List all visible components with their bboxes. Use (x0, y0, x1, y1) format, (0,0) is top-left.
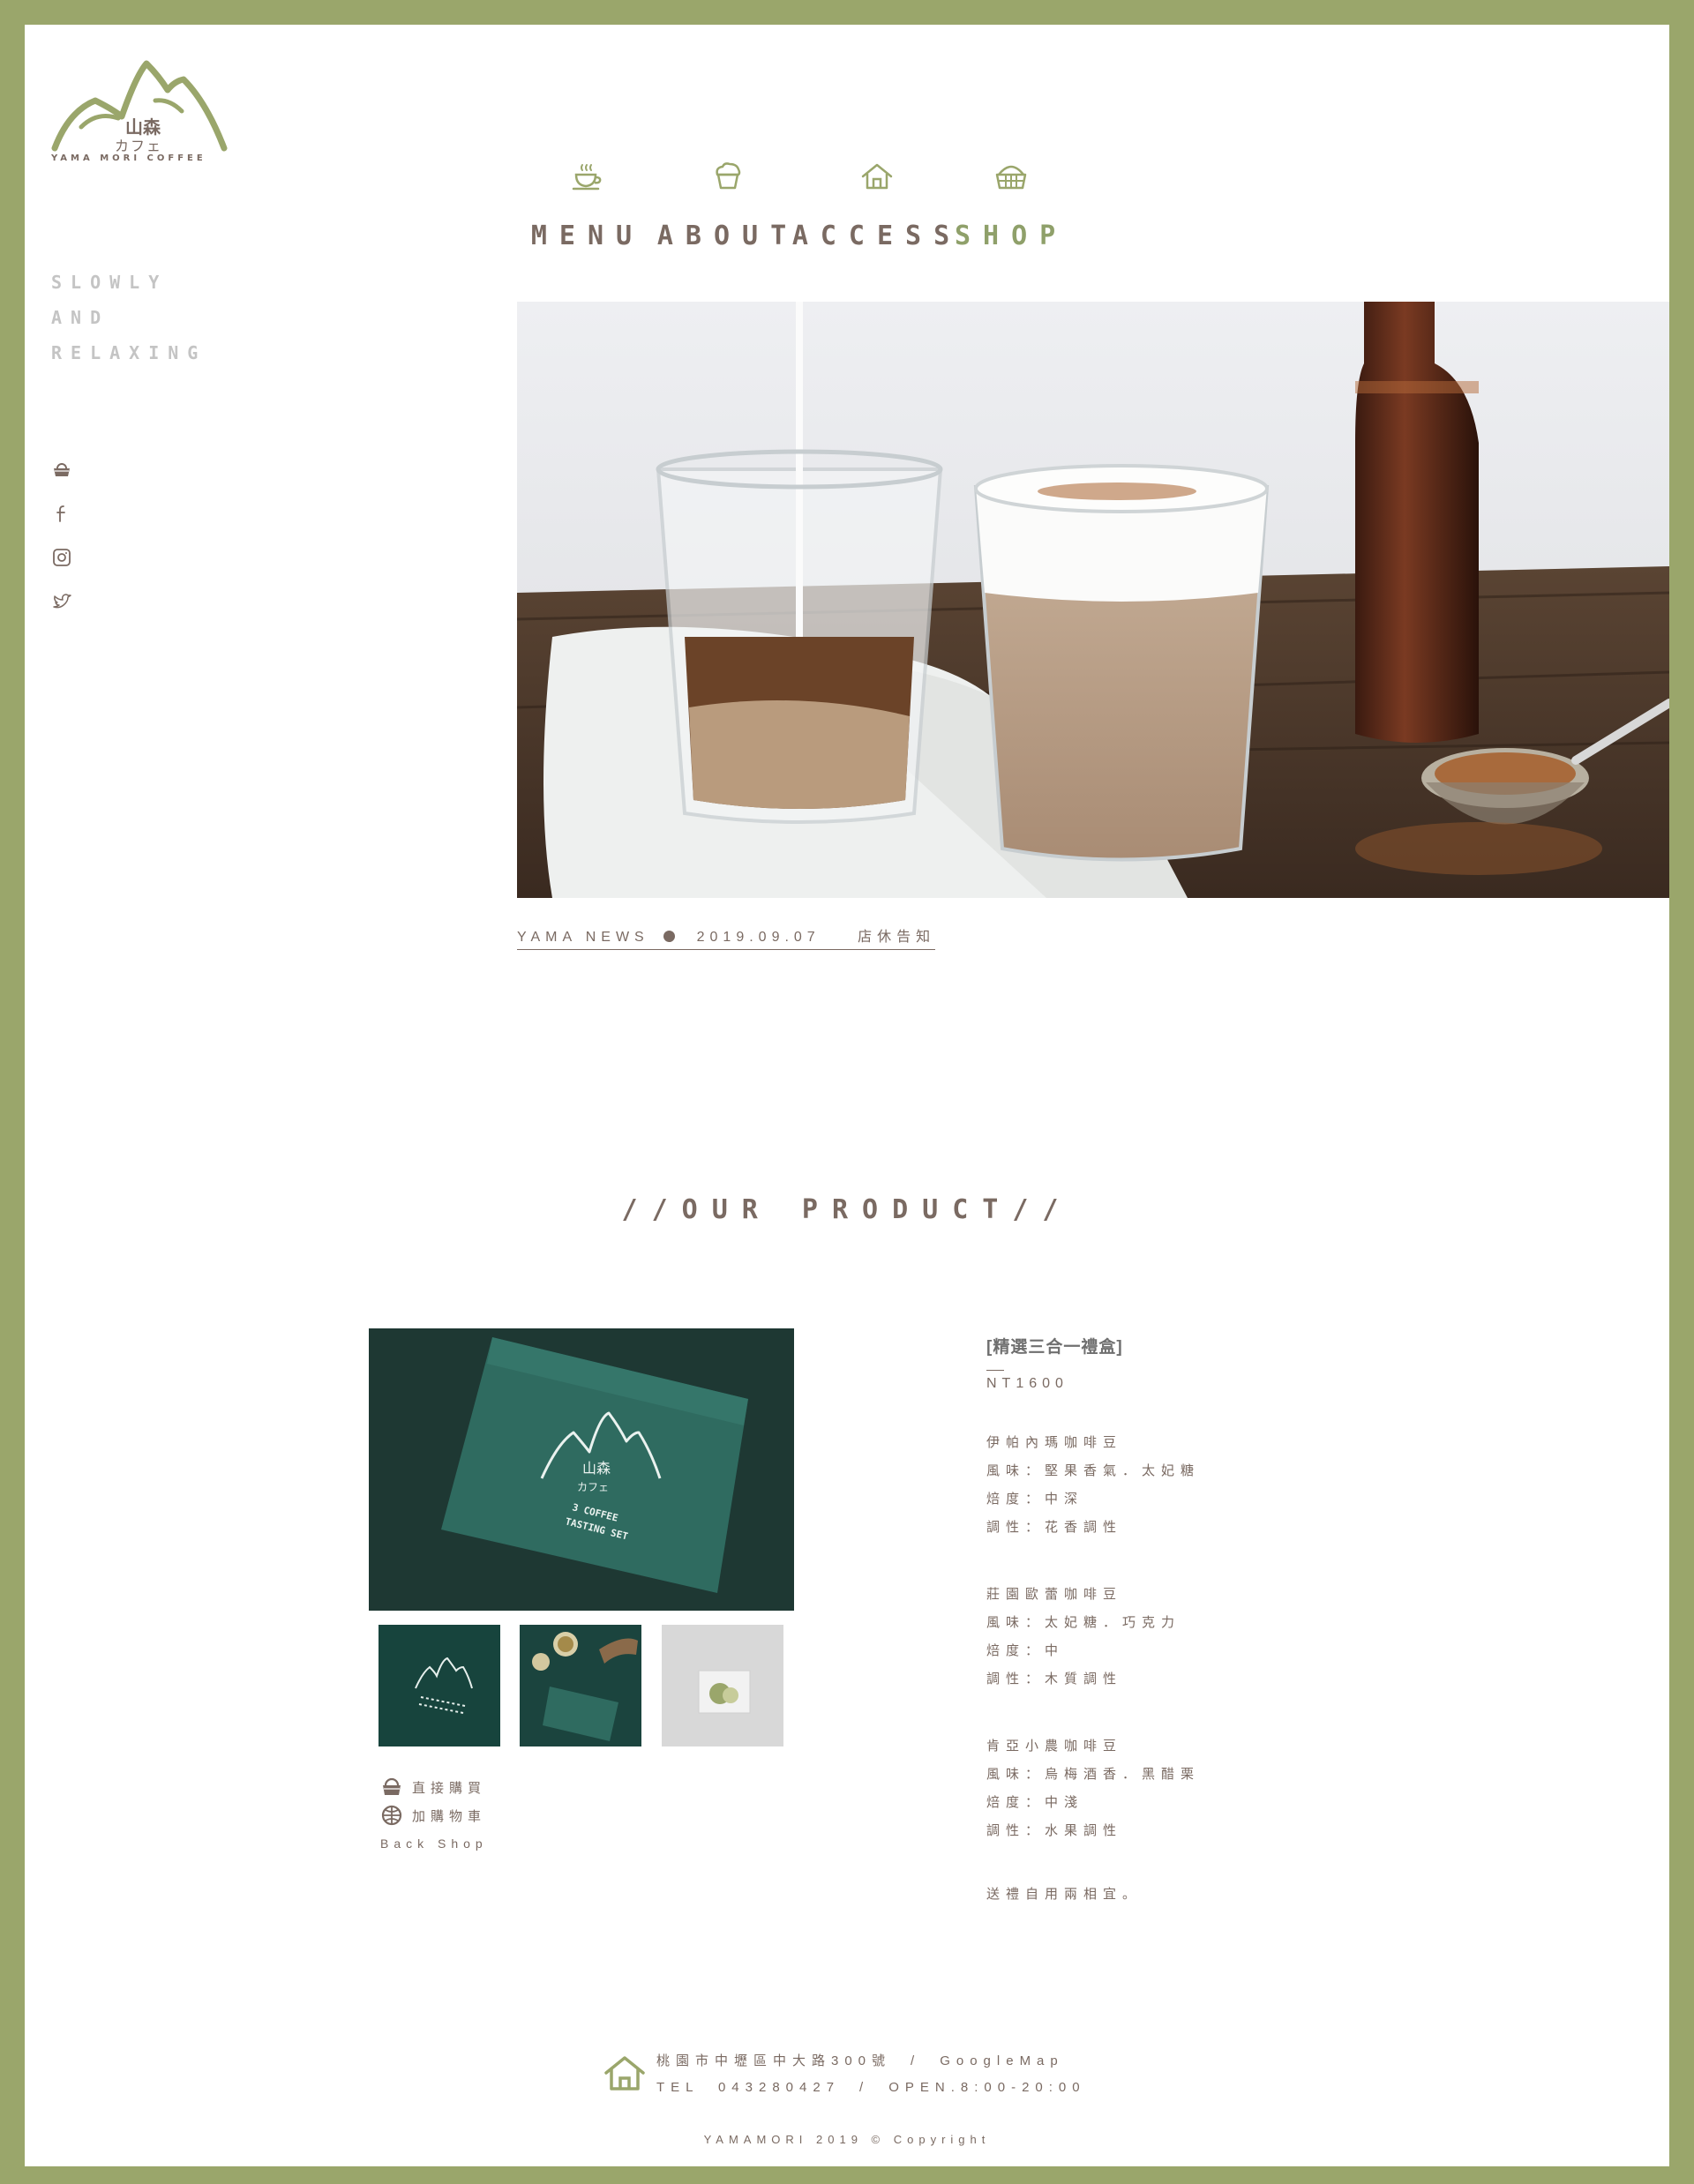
facebook-icon[interactable] (51, 503, 72, 524)
nav-label: MENU (530, 221, 645, 251)
bean-flavor: 風味：烏梅酒香．黑醋栗 (986, 1767, 1201, 1782)
product-main-image: 山森 カフェ 3 COFFEE TASTING SET (369, 1328, 794, 1611)
coffee-photo (517, 302, 1669, 898)
tagline-line: RELAXING (51, 342, 207, 363)
tagline-line: SLOWLY (51, 272, 169, 293)
bean-name: 莊園歐蕾咖啡豆 (986, 1587, 1123, 1602)
logo-english-text: YAMA MORI COFFEE (51, 153, 206, 163)
social-links (51, 459, 78, 635)
back-shop-link[interactable]: Back Shop (380, 1836, 488, 1851)
logo-jp-line2: カフェ (115, 138, 163, 154)
product-actions: 直接購買 加購物車 Back Shop (380, 1773, 488, 1851)
box-text-jp1: 山森 (582, 1460, 611, 1477)
nav-label: ACCESS (791, 221, 963, 251)
buy-now-button[interactable]: 直接購買 (380, 1773, 488, 1801)
house-icon (861, 163, 893, 190)
product-closing-text: 送禮自用兩相宜。 (986, 1887, 1143, 1902)
globe-basket-icon (381, 1805, 402, 1826)
bean-block: 莊園歐蕾咖啡豆 風味：太妃糖．巧克力 焙度：中 調性：木質調性 (986, 1581, 1428, 1694)
cupcake-icon (716, 162, 741, 190)
page-frame: 山森 カフェ YAMA MORI COFFEE SLOWLY AND RELAX… (25, 25, 1669, 2166)
tagline: SLOWLY AND RELAXING (51, 265, 206, 370)
bean-character: 調性：花香調性 (986, 1520, 1123, 1535)
nav-label: ABOUT (656, 221, 799, 251)
brand-logo[interactable]: 山森 カフェ YAMA MORI COFFEE (51, 49, 228, 173)
news-date: 2019.09.07 (696, 930, 821, 945)
instagram-icon[interactable] (51, 547, 72, 568)
bean-roast: 焙度：中深 (986, 1492, 1084, 1507)
bean-block: 伊帕內瑪咖啡豆 風味：堅果香氣．太妃糖 焙度：中深 調性：花香調性 (986, 1429, 1428, 1542)
add-to-cart-label: 加購物車 (412, 1808, 487, 1824)
thumb-box-photo (379, 1625, 500, 1746)
bean-roast: 焙度：中 (986, 1643, 1065, 1658)
bean-roast: 焙度：中淺 (986, 1795, 1084, 1810)
bean-name: 肯亞小農咖啡豆 (986, 1739, 1123, 1754)
thumb-table-photo (520, 1625, 641, 1746)
buy-now-label: 直接購買 (412, 1780, 487, 1796)
bean-character: 調性：水果調性 (986, 1823, 1123, 1838)
product-thumbnail[interactable] (662, 1625, 783, 1746)
nav-item-menu[interactable]: MENU (517, 157, 658, 251)
tagline-line: AND (51, 307, 110, 328)
house-icon (604, 2056, 645, 2091)
nav-item-about[interactable]: ABOUT (644, 157, 812, 251)
footer-contact: TEL 043280427 / OPEN.8:00-20:00 (656, 2080, 1086, 2095)
news-title: 店休告知 (858, 930, 936, 945)
box-text-jp2: カフェ (577, 1481, 609, 1493)
gift-box-photo: 山森 カフェ 3 COFFEE TASTING SET (369, 1328, 794, 1611)
coffee-cup-icon (572, 164, 602, 191)
news-label: YAMA NEWS (517, 930, 649, 945)
product-name: [精選三合一禮盒] (986, 1338, 1123, 1357)
nav-item-access[interactable]: ACCESS (791, 157, 963, 251)
product-thumbnail[interactable] (379, 1625, 500, 1746)
bean-character: 調性：木質調性 (986, 1672, 1123, 1687)
footer-address[interactable]: 桃園市中壢區中大路300號 / GoogleMap (656, 2048, 1086, 2075)
news-link[interactable]: YAMA NEWS 2019.09.07 店休告知 (517, 924, 936, 950)
product-price: NT1600 (986, 1376, 1068, 1391)
thumb-packaging-photo (662, 1625, 783, 1746)
bean-flavor: 風味：太妃糖．巧克力 (986, 1615, 1181, 1630)
hero-image (517, 302, 1669, 898)
nav-label: SHOP (955, 221, 1068, 251)
basket-icon (995, 165, 1027, 190)
twitter-icon[interactable] (51, 591, 72, 612)
bean-name: 伊帕內瑪咖啡豆 (986, 1435, 1123, 1450)
main-nav: MENU ABOUT ACCESS SHOP (517, 157, 1135, 289)
dot-icon (663, 931, 676, 942)
copyright: YAMAMORI 2019 © Copyright (703, 2133, 991, 2146)
basket-icon (383, 1777, 401, 1795)
bean-block: 肯亞小農咖啡豆 風味：烏梅酒香．黑醋栗 焙度：中淺 調性：水果調性 (986, 1732, 1428, 1845)
basket-icon[interactable] (51, 459, 72, 480)
add-to-cart-button[interactable]: 加購物車 (380, 1801, 488, 1829)
section-title: //OUR PRODUCT// (621, 1194, 1073, 1225)
divider (986, 1370, 1004, 1371)
nav-item-shop[interactable]: SHOP (955, 157, 1068, 251)
footer-info: 桃園市中壢區中大路300號 / GoogleMap TEL 043280427 … (656, 2048, 1086, 2101)
product-info: [精選三合一禮盒] NT1600 伊帕內瑪咖啡豆 風味：堅果香氣．太妃糖 焙度：… (986, 1334, 1428, 1903)
product-thumbnail[interactable] (520, 1625, 641, 1746)
bean-flavor: 風味：堅果香氣．太妃糖 (986, 1463, 1201, 1478)
